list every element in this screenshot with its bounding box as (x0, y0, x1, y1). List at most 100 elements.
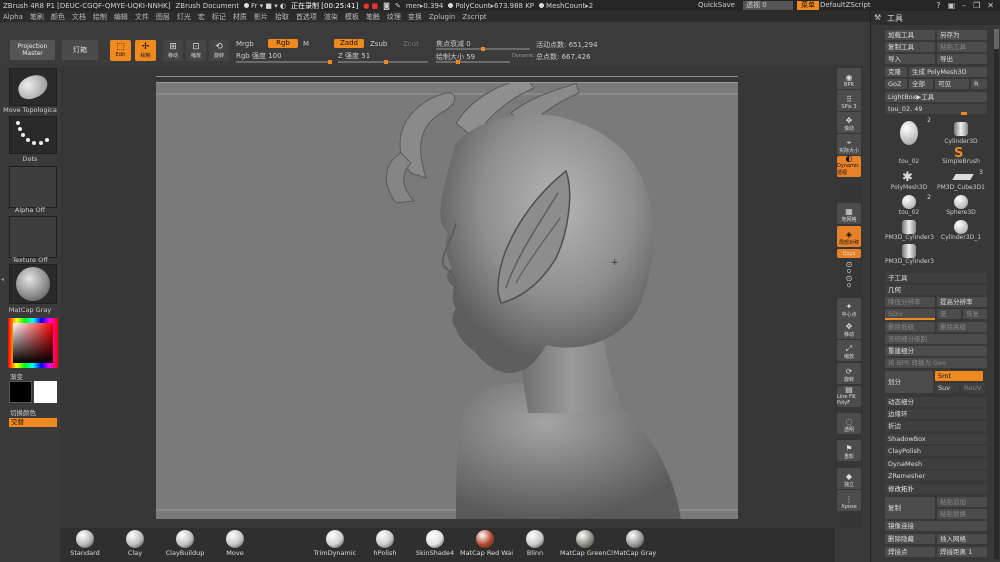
crease-header[interactable]: 折边 (885, 421, 987, 431)
import-button[interactable]: 导入 (885, 54, 935, 64)
zadd-button[interactable]: Zadd (334, 39, 364, 48)
rotate-button[interactable]: ⟲ 旋转 (209, 40, 229, 61)
main-color-swatch[interactable] (9, 381, 32, 403)
current-tool-slider[interactable]: tou_02. 49 (885, 104, 987, 114)
claypolish-header[interactable]: ClayPolish (885, 446, 987, 456)
tool-tile[interactable]: S SimpleBrush (937, 145, 985, 165)
sbtn-rotate[interactable]: ⟳ 旋转 (837, 363, 861, 384)
help-icon[interactable]: ? (936, 1, 940, 10)
clone-button[interactable]: 克隆 (885, 67, 907, 77)
sbtn-transp[interactable]: ◌ 透明 (837, 413, 861, 434)
load-tool-button[interactable]: 加载工具 (885, 30, 935, 40)
menu-item[interactable]: 绘制 (93, 12, 107, 22)
tray-item[interactable]: Standard (60, 530, 110, 557)
switch-color-button[interactable]: 切换颜色 (0, 407, 60, 417)
menu-item[interactable]: 渲染 (324, 12, 338, 22)
tool-tile[interactable]: PM3D_Cube3D1 3 (937, 169, 985, 191)
copy-tool-button[interactable]: 复制工具 (885, 42, 935, 52)
tray-item[interactable]: ClayBuildup (160, 530, 210, 557)
tray-item[interactable]: MatCap Gray (610, 530, 660, 557)
sbtn-solo[interactable]: ◆ 独立 (837, 468, 861, 489)
menu-item[interactable]: 文件 (135, 12, 149, 22)
reuv-button[interactable]: ReUV (961, 383, 985, 393)
insert-mesh-button[interactable]: 插入网格 (937, 534, 987, 544)
r-button[interactable]: R (971, 79, 987, 89)
edit-button[interactable]: ⬚ Edit (110, 40, 131, 61)
smt-button[interactable]: Smt (935, 371, 983, 381)
sbtn-frame[interactable]: ✦ 中心点 (837, 298, 861, 319)
sbtn-floor[interactable]: ▦ 地网格 (837, 203, 861, 224)
mirror-weld-button[interactable]: 镜像连接 (885, 521, 987, 531)
tray-item[interactable]: Clay (110, 530, 160, 557)
default-zscript-button[interactable]: DefaultZScript (820, 0, 871, 11)
alpha-thumbnail[interactable] (9, 166, 57, 208)
menu-item[interactable]: 笔刷 (30, 12, 44, 22)
modify-topology-header[interactable]: 修改拓扑 (885, 484, 987, 494)
sbtn-spix[interactable]: ⠿ SPix 3 (837, 90, 861, 111)
menu-item[interactable]: Zscript (462, 13, 486, 21)
color-square[interactable] (13, 323, 53, 363)
weld-points-button[interactable]: 焊接点 (885, 547, 935, 557)
close-icon[interactable]: ✕ (987, 1, 994, 10)
geometry-header[interactable]: 几何 (885, 285, 987, 295)
bpr-to-geo-button[interactable]: 将 BPR 转换为 Geo (885, 358, 987, 368)
focal-shift-slider[interactable] (436, 47, 530, 51)
panel-scrollbar[interactable] (994, 29, 999, 559)
rgb-intensity-slider[interactable] (236, 60, 332, 64)
z-intensity-slider[interactable] (338, 60, 428, 64)
alternate-button[interactable]: 交替 (9, 418, 57, 427)
menu-item[interactable]: 变换 (408, 12, 422, 22)
menu-item[interactable]: 编辑 (114, 12, 128, 22)
pen-icon[interactable]: ✎ (395, 2, 401, 10)
dynamic-label[interactable]: Dynamic (512, 53, 534, 59)
higher-res-button[interactable]: 提高分辨率 (937, 297, 987, 307)
sbtn-xyz[interactable]: Qxyz (837, 249, 861, 258)
tray-item[interactable]: Blinn (510, 530, 560, 557)
suv-button[interactable]: Suv (935, 383, 959, 393)
cage-button[interactable]: 笼 (937, 309, 961, 319)
tray-item[interactable]: hPolish (360, 530, 410, 557)
transparency-slider[interactable]: 透视 0 (743, 1, 793, 10)
menu-button[interactable]: 菜单 (797, 1, 819, 10)
sbtn-xpose[interactable]: ⋮ Xpose (837, 490, 861, 511)
make-polymesh-button[interactable]: 生成 PolyMesh3D (909, 67, 987, 77)
menu-item[interactable]: 宏 (198, 12, 205, 22)
paste-replace-button[interactable]: 粘贴替换 (937, 509, 987, 519)
menu-item[interactable]: 材质 (233, 12, 247, 22)
tool-tile[interactable]: Cylinder3D (937, 121, 985, 145)
tool-tile[interactable]: PM3D_Cylinder3 (885, 243, 934, 265)
reconstruct-subdiv-button[interactable]: 重建细分 (885, 346, 987, 356)
zremesher-header[interactable]: ZRemesher (885, 471, 987, 481)
document-canvas[interactable]: + (156, 82, 738, 519)
divide-button[interactable]: 划分 (885, 371, 933, 393)
tool-tile[interactable]: Sphere3D (937, 194, 985, 216)
move-button[interactable]: ⊞ 移动 (163, 40, 183, 61)
dynamic-subdiv-header[interactable]: 动态细分 (885, 397, 987, 407)
tool-tile[interactable]: Cylinder3D_1 (937, 219, 985, 241)
left-dock-arrow[interactable]: ◂ (1, 276, 6, 288)
fr-toggle[interactable]: Fr ▾ ■ ▾ ◐ (243, 2, 286, 10)
export-button[interactable]: 导出 (937, 54, 987, 64)
weld-dist-slider[interactable]: 焊接距离 1 (937, 547, 987, 557)
shadowbox-header[interactable]: ShadowBox (885, 434, 987, 444)
goz-button[interactable]: GoZ (885, 79, 907, 89)
dynamesh-header[interactable]: DynaMesh (885, 459, 987, 469)
record-stop-icons[interactable]: ● ■ (363, 2, 378, 10)
sbtn-ghost[interactable]: ⚑ 重影 (837, 440, 861, 461)
freeze-subdiv-button[interactable]: 冻结细分级别 (885, 334, 987, 344)
menu-item[interactable]: 模板 (345, 12, 359, 22)
sbtn-move[interactable]: ✥ 移动 (837, 318, 861, 339)
tray-item[interactable]: MatCap GreenCl (560, 530, 613, 557)
menu-item[interactable]: 文档 (72, 12, 86, 22)
menu-item[interactable]: 颜色 (51, 12, 65, 22)
paste-append-button[interactable]: 粘贴追加 (937, 497, 987, 507)
sbtn-zoom[interactable]: ⌖ 实际大小 (837, 134, 861, 155)
menu-item[interactable]: 首选项 (296, 12, 317, 22)
scale-button[interactable]: ⊡ 缩放 (186, 40, 206, 61)
menu-item[interactable]: 影片 (254, 12, 268, 22)
sbtn-linefill[interactable]: ▤ Line Fill PolyF (837, 385, 861, 407)
brush-thumbnail[interactable] (9, 68, 57, 106)
restore-icon[interactable]: ❐ (973, 1, 980, 10)
minimize-icon[interactable]: – (962, 1, 966, 10)
menu-item[interactable]: Zplugin (429, 13, 455, 21)
